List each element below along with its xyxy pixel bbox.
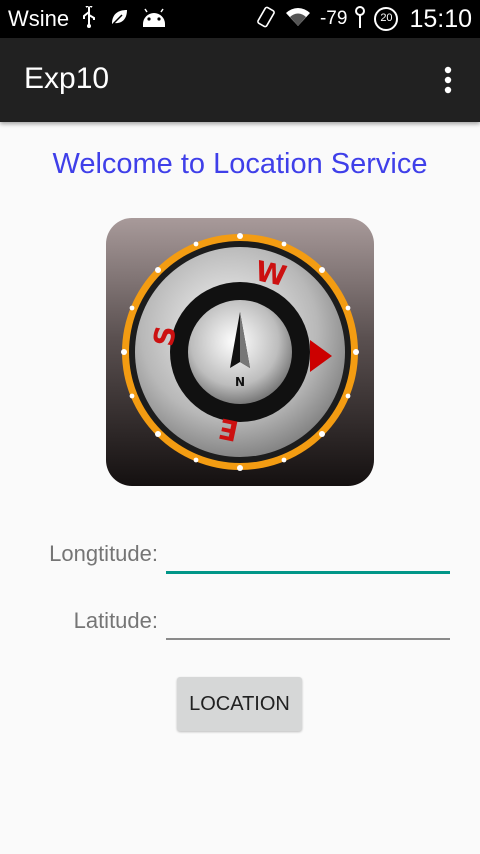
latitude-label: Latitude: <box>73 608 158 633</box>
longitude-input[interactable] <box>166 530 450 574</box>
leaf-icon <box>109 7 129 32</box>
overflow-menu-icon[interactable] <box>436 62 460 98</box>
clock: 15:10 <box>409 4 472 33</box>
compass-letter-n: N <box>235 375 245 389</box>
latitude-input[interactable] <box>166 596 450 640</box>
latitude-underline <box>166 638 450 640</box>
wifi-icon <box>284 6 312 33</box>
longitude-label: Longtitude: <box>49 541 158 566</box>
compass-image: W S E N <box>104 216 376 488</box>
location-button[interactable]: LOCATION <box>177 677 302 731</box>
longitude-underline <box>166 571 450 574</box>
battery-level: 20 <box>380 12 393 24</box>
app-bar: Exp10 <box>0 38 480 122</box>
welcome-title: Welcome to Location Service <box>52 148 428 180</box>
signal-icon <box>355 5 366 34</box>
status-left: Wsine <box>8 0 167 38</box>
android-icon <box>141 7 167 32</box>
app-title: Exp10 <box>24 62 110 95</box>
status-right: -79 20 15:10 <box>256 0 472 38</box>
status-bar: Wsine -79 20 15:10 <box>0 0 480 38</box>
rotation-icon <box>256 5 276 34</box>
battery-icon: 20 <box>373 6 399 32</box>
carrier-name: Wsine <box>8 6 70 31</box>
usb-icon <box>81 3 97 33</box>
signal-strength: -79 <box>319 8 348 29</box>
